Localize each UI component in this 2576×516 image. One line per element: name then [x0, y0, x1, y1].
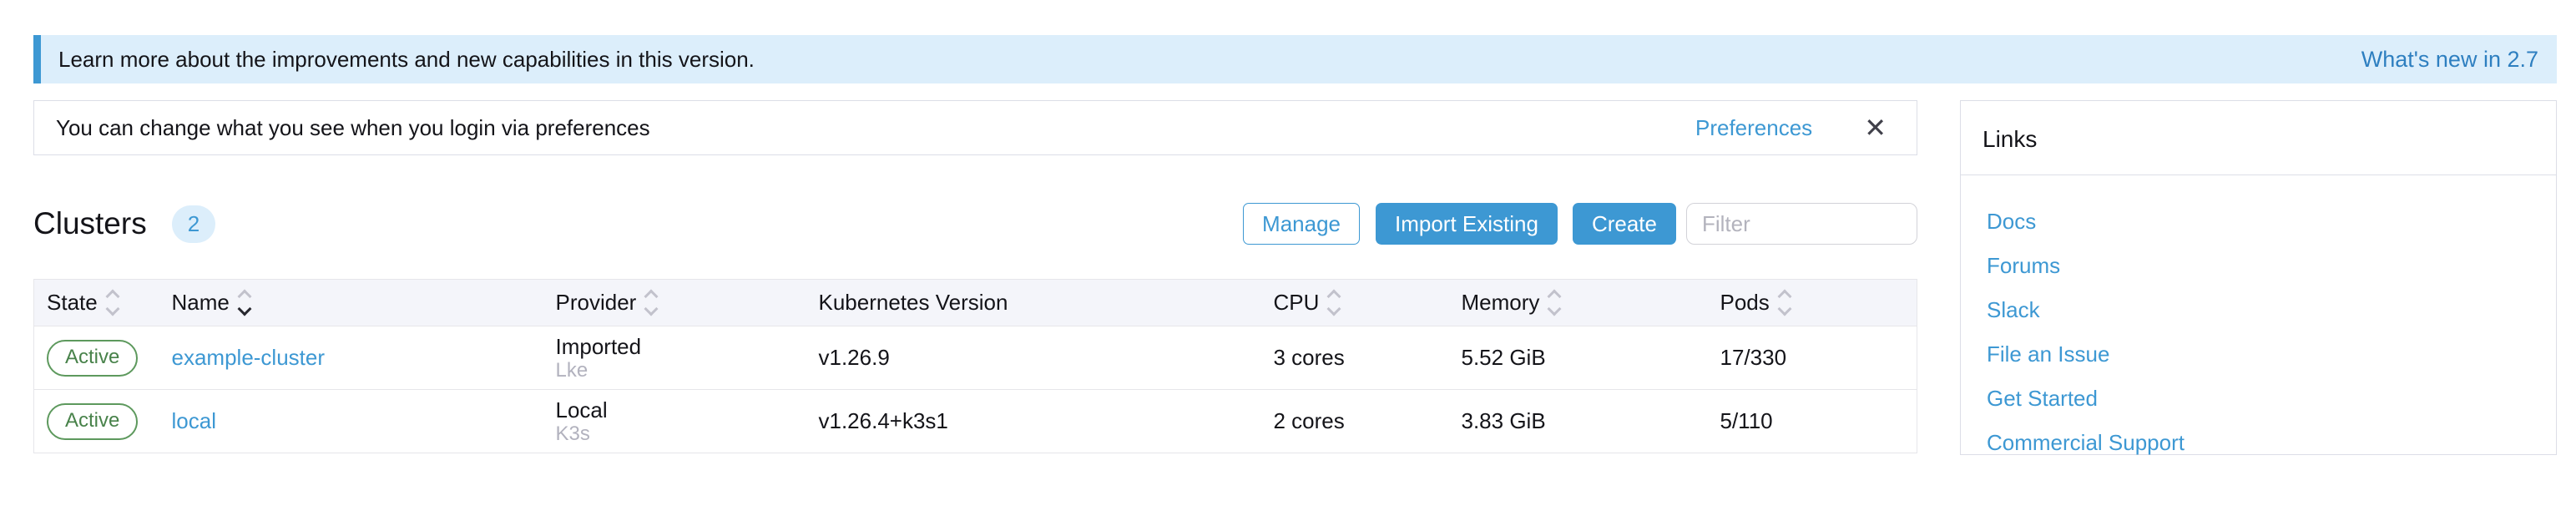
- list-item: Forums: [1987, 253, 2556, 279]
- manage-button[interactable]: Manage: [1243, 203, 1360, 245]
- create-button[interactable]: Create: [1573, 203, 1676, 245]
- links-panel-header: Links: [1961, 101, 2556, 175]
- column-header-provider[interactable]: Provider: [543, 280, 806, 326]
- provider-name: Local: [556, 397, 806, 422]
- version-banner: Learn more about the improvements and ne…: [33, 35, 2557, 83]
- sort-carets-icon: [1329, 291, 1339, 314]
- kubernetes-version-cell: v1.26.4+k3s1: [806, 390, 1261, 453]
- cluster-name-link[interactable]: example-cluster: [172, 345, 326, 370]
- cpu-cell: 2 cores: [1261, 390, 1449, 453]
- list-item: Slack: [1987, 297, 2556, 323]
- kubernetes-version-cell: v1.26.9: [806, 326, 1261, 390]
- provider-distro: Lke: [556, 359, 806, 382]
- file-an-issue-link[interactable]: File an Issue: [1987, 341, 2109, 367]
- list-item: Commercial Support: [1987, 430, 2556, 456]
- cluster-name-link[interactable]: local: [172, 408, 216, 433]
- links-panel-title: Links: [1983, 126, 2037, 152]
- pods-cell: 5/110: [1708, 390, 1917, 453]
- column-header-name[interactable]: Name: [159, 280, 543, 326]
- clusters-home-page: Learn more about the improvements and ne…: [0, 0, 2576, 516]
- slack-link[interactable]: Slack: [1987, 297, 2040, 322]
- preferences-banner: You can change what you see when you log…: [33, 100, 1917, 155]
- main-column: You can change what you see when you log…: [33, 100, 1917, 455]
- preferences-link[interactable]: Preferences: [1695, 115, 1812, 141]
- provider-name: Imported: [556, 334, 806, 359]
- column-header-pods[interactable]: Pods: [1708, 280, 1917, 326]
- column-header-state[interactable]: State: [34, 280, 159, 326]
- list-item: Get Started: [1987, 386, 2556, 412]
- table-row: Active local Local K3s v1.26.4+k3s1 2 co…: [34, 390, 1917, 453]
- pods-cell: 17/330: [1708, 326, 1917, 390]
- links-panel: Links Docs Forums Slack File an Issue Ge…: [1960, 100, 2557, 455]
- sort-carets-icon: [1780, 291, 1790, 314]
- clusters-header: Clusters 2 Manage Import Existing Create: [33, 202, 1917, 245]
- whats-new-link[interactable]: What's new in 2.7: [2361, 47, 2538, 73]
- sort-carets-icon: [240, 291, 250, 314]
- list-item: Docs: [1987, 209, 2556, 235]
- links-list: Docs Forums Slack File an Issue Get Star…: [1961, 175, 2556, 456]
- table-header-row: State Name Provider Kubernetes Version C: [34, 280, 1917, 326]
- column-header-memory[interactable]: Memory: [1449, 280, 1708, 326]
- sort-carets-icon: [108, 291, 118, 314]
- status-badge: Active: [47, 340, 138, 377]
- sort-carets-icon: [1549, 291, 1559, 314]
- get-started-link[interactable]: Get Started: [1987, 386, 2098, 411]
- provider-distro: K3s: [556, 422, 806, 446]
- preferences-banner-message: You can change what you see when you log…: [56, 115, 650, 141]
- clusters-table: State Name Provider Kubernetes Version C: [33, 279, 1917, 453]
- memory-cell: 5.52 GiB: [1449, 326, 1708, 390]
- page-title: Clusters: [33, 206, 147, 241]
- import-existing-button[interactable]: Import Existing: [1376, 203, 1558, 245]
- column-header-kubernetes-version[interactable]: Kubernetes Version: [806, 280, 1261, 326]
- list-item: File an Issue: [1987, 341, 2556, 367]
- memory-cell: 3.83 GiB: [1449, 390, 1708, 453]
- close-icon[interactable]: ✕: [1864, 114, 1887, 141]
- filter-input[interactable]: [1686, 203, 1917, 245]
- sort-carets-icon: [646, 291, 656, 314]
- table-row: Active example-cluster Imported Lke v1.2…: [34, 326, 1917, 390]
- docs-link[interactable]: Docs: [1987, 209, 2036, 234]
- cluster-count-badge: 2: [172, 205, 215, 243]
- cpu-cell: 3 cores: [1261, 326, 1449, 390]
- status-badge: Active: [47, 403, 138, 440]
- version-banner-message: Learn more about the improvements and ne…: [58, 47, 755, 73]
- column-header-cpu[interactable]: CPU: [1261, 280, 1449, 326]
- commercial-support-link[interactable]: Commercial Support: [1987, 430, 2185, 455]
- forums-link[interactable]: Forums: [1987, 253, 2060, 278]
